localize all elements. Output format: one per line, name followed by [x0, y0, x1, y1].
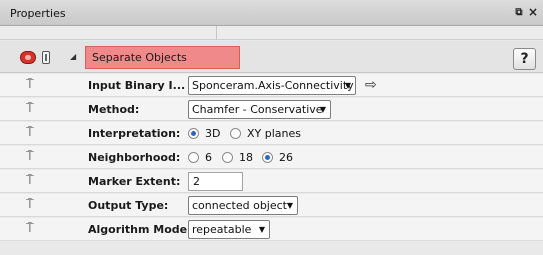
input-binary-label: Input Binary I... — [88, 79, 186, 92]
marker-extent-input[interactable]: 2 — [188, 172, 243, 191]
input-binary-value: Sponceram.Axis-Connectivity — [192, 79, 354, 92]
column-header-strip — [0, 26, 543, 40]
column-divider[interactable] — [216, 26, 217, 40]
interpretation-xy-planes-radio[interactable] — [230, 128, 241, 139]
output-type-dropdown[interactable]: connected object ▼ — [188, 196, 298, 215]
marker-extent-label: Marker Extent: — [88, 175, 181, 188]
neighborhood-26-radio[interactable] — [262, 152, 273, 163]
neighborhood-label: Neighborhood: — [88, 151, 181, 164]
neighborhood-18-label: 18 — [239, 151, 253, 164]
method-row: ⍑ Method: Chamfer - Conservative ▼ — [0, 98, 543, 121]
chevron-down-icon: ▼ — [344, 81, 351, 90]
neighborhood-row: ⍑ Neighborhood: 6 18 26 — [0, 146, 543, 169]
collapse-icon[interactable]: ◢ — [70, 52, 76, 61]
neighborhood-6-radio[interactable] — [188, 152, 199, 163]
pin-icon[interactable]: ⍑ — [26, 102, 34, 116]
pin-icon[interactable]: ⍑ — [26, 198, 34, 212]
pin-icon[interactable]: ⍑ — [26, 174, 34, 188]
panel-title-bar: Properties ⧉ × — [0, 0, 543, 26]
marker-extent-row: ⍑ Marker Extent: 2 — [0, 170, 543, 193]
output-type-label: Output Type: — [88, 199, 169, 212]
interpretation-3d-radio[interactable] — [188, 128, 199, 139]
algorithm-mode-label: Algorithm Mode: — [88, 223, 192, 236]
input-binary-row: ⍑ Input Binary I... Sponceram.Axis-Conne… — [0, 74, 543, 97]
interpretation-label: Interpretation: — [88, 127, 181, 140]
neighborhood-18-radio[interactable] — [222, 152, 233, 163]
interpretation-xy-planes-label: XY planes — [247, 127, 302, 140]
input-binary-dropdown[interactable]: Sponceram.Axis-Connectivity ▼ — [188, 76, 356, 95]
interpretation-3d-label: 3D — [205, 127, 221, 140]
method-value: Chamfer - Conservative — [192, 103, 323, 116]
neighborhood-26-label: 26 — [279, 151, 293, 164]
chevron-down-icon: ▼ — [258, 225, 265, 234]
module-icon[interactable] — [20, 51, 36, 64]
method-dropdown[interactable]: Chamfer - Conservative ▼ — [188, 100, 331, 119]
close-icon[interactable]: × — [528, 5, 540, 19]
module-header: ◢ Separate Objects ? — [0, 41, 543, 73]
algorithm-mode-value: repeatable — [192, 223, 252, 236]
panel-title: Properties — [10, 7, 66, 20]
go-to-input-arrow-icon[interactable]: ⇨ — [365, 76, 377, 94]
output-type-row: ⍑ Output Type: connected object ▼ — [0, 194, 543, 217]
pin-icon[interactable]: ⍑ — [26, 150, 34, 164]
pin-icon[interactable]: ⍑ — [26, 78, 34, 92]
chevron-down-icon: ▼ — [286, 201, 293, 210]
method-label: Method: — [88, 103, 140, 116]
chevron-down-icon: ▼ — [319, 105, 326, 114]
help-button[interactable]: ? — [513, 48, 536, 70]
pin-icon[interactable]: ⍑ — [26, 222, 34, 236]
algorithm-mode-row: ⍑ Algorithm Mode: repeatable ▼ — [0, 218, 543, 241]
algorithm-mode-dropdown[interactable]: repeatable ▼ — [188, 220, 270, 239]
output-type-value: connected object — [192, 199, 287, 212]
interpretation-row: ⍑ Interpretation: 3D XY planes — [0, 122, 543, 145]
module-name: Separate Objects — [85, 46, 240, 69]
port-icon[interactable] — [42, 51, 50, 64]
pin-icon[interactable]: ⍑ — [26, 126, 34, 140]
float-window-icon[interactable]: ⧉ — [512, 6, 526, 20]
neighborhood-6-label: 6 — [205, 151, 212, 164]
